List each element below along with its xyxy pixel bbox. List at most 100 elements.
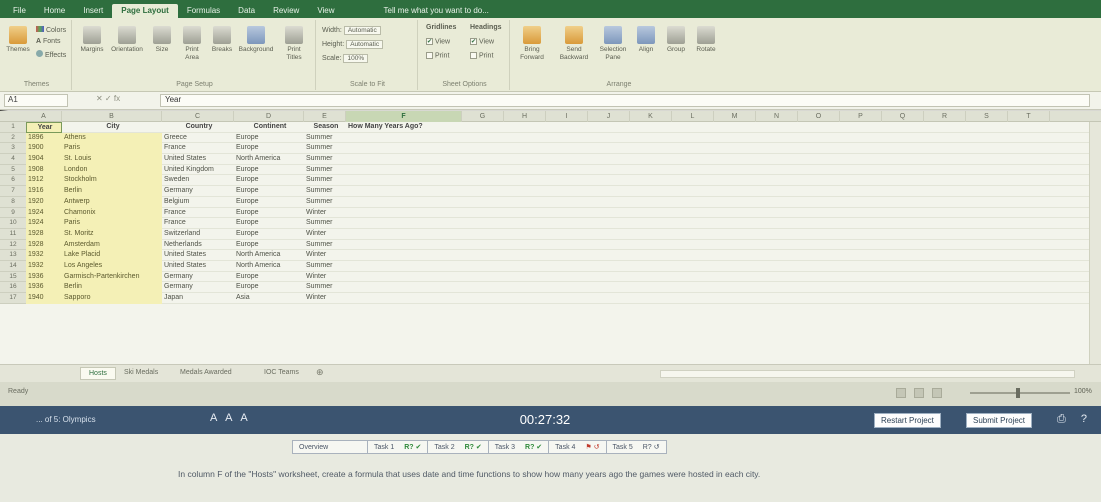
- task-nav-task-2[interactable]: Task 2 R? ✔: [427, 440, 489, 454]
- print-titles-button[interactable]: Print Titles: [280, 26, 308, 62]
- gridlines-print-checkbox[interactable]: Print: [426, 52, 449, 59]
- cell[interactable]: Summer: [304, 165, 346, 176]
- column-header-f[interactable]: F: [346, 111, 462, 122]
- cell[interactable]: 1932: [26, 260, 62, 272]
- print-area-button[interactable]: Print Area: [178, 26, 206, 62]
- cell[interactable]: Los Angeles: [62, 260, 162, 272]
- restart-project-button[interactable]: Restart Project: [874, 413, 941, 428]
- cell[interactable]: St. Moritz: [62, 228, 162, 240]
- cell[interactable]: United States: [162, 261, 234, 272]
- cell[interactable]: Europe: [234, 218, 304, 229]
- cell[interactable]: Germany: [162, 272, 234, 283]
- column-header-n[interactable]: N: [756, 111, 798, 122]
- cell[interactable]: Summer: [304, 261, 346, 272]
- themes-button[interactable]: Themes: [4, 26, 32, 54]
- ribbon-tab-page-layout[interactable]: Page Layout: [112, 4, 178, 18]
- cell[interactable]: 1924: [26, 207, 62, 219]
- height-select[interactable]: Automatic: [346, 40, 384, 49]
- row-header[interactable]: 6: [0, 175, 26, 187]
- row-header[interactable]: 11: [0, 228, 26, 240]
- task-nav-task-3[interactable]: Task 3 R? ✔: [487, 440, 550, 454]
- column-header-p[interactable]: P: [840, 111, 882, 122]
- cell[interactable]: Netherlands: [162, 240, 234, 251]
- row-header[interactable]: 3: [0, 143, 26, 155]
- ribbon-tab-home[interactable]: Home: [35, 4, 74, 18]
- cell[interactable]: France: [162, 143, 234, 154]
- group-button[interactable]: Group: [662, 26, 690, 54]
- cell[interactable]: Sapporo: [62, 293, 162, 304]
- cell[interactable]: Summer: [304, 133, 346, 144]
- selection-pane-button[interactable]: Selection Pane: [596, 26, 630, 62]
- cell[interactable]: Winter: [304, 272, 346, 283]
- row-header[interactable]: 1: [0, 122, 26, 133]
- row-header[interactable]: 13: [0, 250, 26, 261]
- breaks-button[interactable]: Breaks: [208, 26, 236, 54]
- scale-control[interactable]: Scale: 100%: [322, 54, 369, 63]
- cell[interactable]: Winter: [304, 229, 346, 240]
- cell[interactable]: North America: [234, 261, 304, 272]
- cell[interactable]: Switzerland: [162, 229, 234, 240]
- cell[interactable]: Sweden: [162, 175, 234, 186]
- cell[interactable]: Summer: [304, 218, 346, 229]
- row-header[interactable]: 5: [0, 164, 26, 176]
- cell[interactable]: Europe: [234, 208, 304, 219]
- column-header-l[interactable]: L: [672, 111, 714, 122]
- cell[interactable]: 1936: [26, 282, 62, 293]
- column-header-g[interactable]: G: [462, 111, 504, 122]
- column-header-m[interactable]: M: [714, 111, 756, 122]
- zoom-slider-handle[interactable]: [1016, 388, 1020, 398]
- tell-me-search[interactable]: Tell me what you want to do...: [384, 6, 489, 18]
- cell[interactable]: 1912: [26, 175, 62, 187]
- cell[interactable]: Chamonix: [62, 207, 162, 219]
- column-header-h[interactable]: H: [504, 111, 546, 122]
- orientation-button[interactable]: Orientation: [110, 26, 144, 54]
- cell[interactable]: Asia: [234, 293, 304, 304]
- header-cell[interactable]: Season: [304, 122, 346, 133]
- cell[interactable]: Belgium: [162, 197, 234, 208]
- cell[interactable]: Summer: [304, 240, 346, 251]
- row-header[interactable]: 14: [0, 260, 26, 272]
- cell-area[interactable]: Year City Country Continent Season How Many Y…: [26, 122, 1089, 304]
- ribbon-tab-view[interactable]: View: [308, 4, 343, 18]
- cell[interactable]: France: [162, 208, 234, 219]
- cell[interactable]: Summer: [304, 154, 346, 165]
- column-header-c[interactable]: C: [162, 111, 234, 122]
- cell[interactable]: Berlin: [62, 186, 162, 197]
- column-header-i[interactable]: I: [546, 111, 588, 122]
- cell[interactable]: 1900: [26, 143, 62, 155]
- cell[interactable]: 1928: [26, 239, 62, 251]
- cell[interactable]: Athens: [62, 132, 162, 144]
- size-button[interactable]: Size: [148, 26, 176, 54]
- row-header[interactable]: 10: [0, 218, 26, 229]
- ribbon-tab-file[interactable]: File: [4, 4, 35, 18]
- column-header-o[interactable]: O: [798, 111, 840, 122]
- zoom-percent[interactable]: 100%: [1074, 388, 1092, 395]
- cell[interactable]: Winter: [304, 250, 346, 261]
- column-header-s[interactable]: S: [966, 111, 1008, 122]
- height-control[interactable]: Height: Automatic: [322, 40, 384, 49]
- cell[interactable]: Winter: [304, 208, 346, 219]
- cell[interactable]: United Kingdom: [162, 165, 234, 176]
- cell[interactable]: 1896: [26, 132, 62, 144]
- cell[interactable]: London: [62, 164, 162, 176]
- cell[interactable]: Summer: [304, 143, 346, 154]
- cell[interactable]: Winter: [304, 293, 346, 304]
- cell[interactable]: 1936: [26, 271, 62, 283]
- formula-fx-icons[interactable]: ✕ ✓ fx: [96, 94, 120, 103]
- cell[interactable]: 1908: [26, 164, 62, 176]
- cell[interactable]: Garmisch-Partenkirchen: [62, 271, 162, 283]
- width-control[interactable]: Width: Automatic: [322, 26, 381, 35]
- cell[interactable]: Europe: [234, 197, 304, 208]
- cell[interactable]: Europe: [234, 229, 304, 240]
- row-header[interactable]: 8: [0, 196, 26, 208]
- headings-view-checkbox[interactable]: ✔ View: [470, 38, 494, 45]
- column-header-r[interactable]: R: [924, 111, 966, 122]
- cell[interactable]: Europe: [234, 165, 304, 176]
- formula-input[interactable]: Year: [160, 94, 1090, 107]
- cell[interactable]: 1928: [26, 228, 62, 240]
- sheet-tab-hosts[interactable]: Hosts: [80, 367, 116, 380]
- column-header-q[interactable]: Q: [882, 111, 924, 122]
- cell[interactable]: 1916: [26, 186, 62, 197]
- effects-button[interactable]: Effects: [36, 50, 66, 59]
- cell[interactable]: Antwerp: [62, 196, 162, 208]
